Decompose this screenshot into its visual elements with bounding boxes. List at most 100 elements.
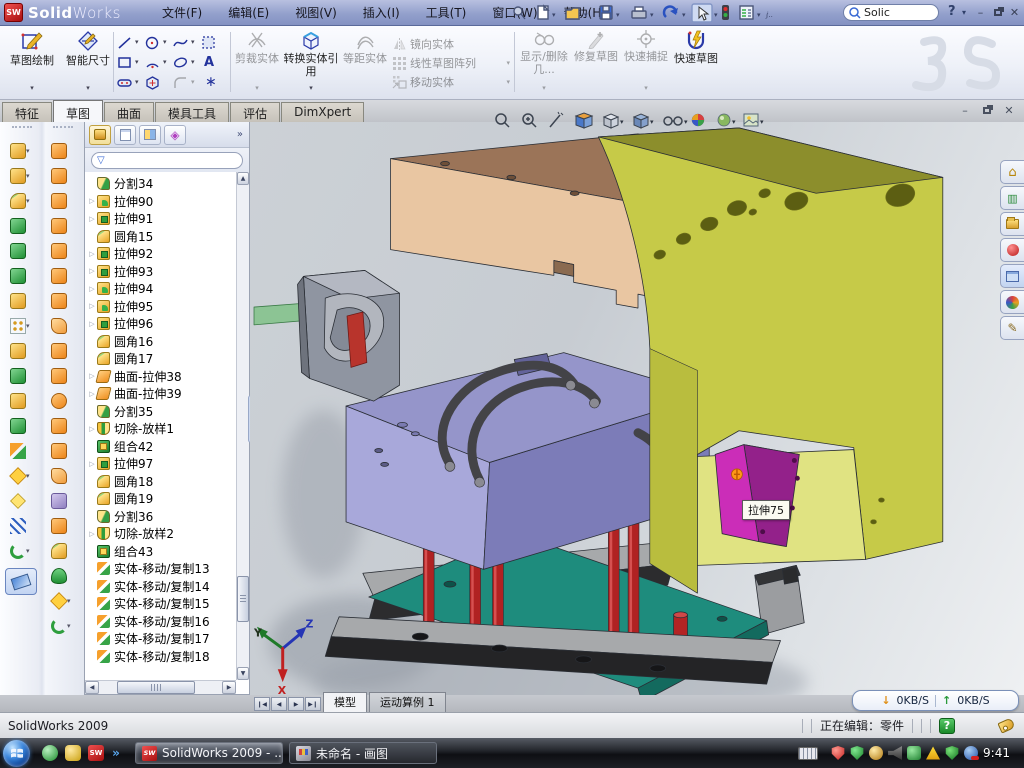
tree-horizontal-scrollbar[interactable]: ◀ ▶ [85, 680, 236, 694]
toolbar-icon[interactable] [43, 313, 83, 338]
text-tool[interactable]: A [200, 52, 228, 72]
repair-sketch-button[interactable]: 修复草图 [572, 29, 620, 95]
toolbar-icon[interactable] [2, 338, 42, 363]
taskbar-window-button[interactable]: SWSolidWorks 2009 - ... [135, 742, 283, 764]
toolbar-icon[interactable] [43, 513, 83, 538]
toolbar-icon[interactable] [43, 138, 83, 163]
toolbar-icon[interactable] [43, 538, 83, 563]
menu-item[interactable]: 工具(T) [413, 0, 480, 25]
tray-icon[interactable] [831, 746, 845, 760]
convert-entities-button[interactable]: 转换实体引用▾ [283, 29, 339, 95]
tree-item[interactable]: ▷拉伸91 [87, 210, 235, 228]
sketch-fillet-tool[interactable]: ▾ [172, 72, 200, 92]
circle-tool[interactable]: ▾ [144, 32, 172, 52]
toolbar-icon[interactable]: ▾ [2, 463, 42, 488]
expand-arrow-icon[interactable]: ▷ [87, 197, 97, 205]
toolbar-icon[interactable] [43, 288, 83, 313]
point-tool[interactable]: ∗ [200, 72, 228, 92]
toolbar-icon[interactable] [43, 388, 83, 413]
expand-arrow-icon[interactable]: ▷ [87, 302, 97, 310]
minimize-button[interactable]: – [972, 5, 989, 20]
tray-icon[interactable] [888, 746, 902, 760]
ribbon-tab[interactable]: 模具工具 [155, 102, 229, 122]
property-manager-tab[interactable] [114, 125, 136, 145]
ribbon-tab[interactable]: 草图 [53, 100, 103, 122]
move-entities-button[interactable]: 移动实体▾ [392, 72, 510, 91]
scroll-left-button[interactable]: ◀ [85, 681, 99, 694]
rectangle-tool[interactable]: ▾ [116, 52, 144, 72]
doc-close-button[interactable]: ✕ [1000, 103, 1018, 118]
search-box[interactable]: Solic [843, 4, 939, 21]
heads-up-view-toolbar[interactable]: ▾▾▾▾▾ [492, 110, 792, 132]
tray-icon[interactable] [869, 746, 883, 760]
tree-item[interactable]: 实体-移动/复制13 [87, 560, 235, 578]
tree-item[interactable]: 圆角15 [87, 228, 235, 246]
quick-launch-icon[interactable]: » [111, 745, 121, 761]
search-value[interactable]: Solic [864, 6, 890, 19]
ellipse-tool[interactable]: ▾ [172, 52, 200, 72]
mirror-entities-button[interactable]: 镜向实体 [392, 34, 510, 53]
quick-access-toolbar[interactable]: ▾▾▾▾▾▾▾ⅉ.. [508, 2, 838, 28]
tree-item[interactable]: 组合42 [87, 438, 235, 456]
toolbar-icon[interactable] [2, 388, 42, 413]
tree-item[interactable]: 实体-移动/复制17 [87, 630, 235, 648]
tree-item[interactable]: ▷拉伸90 [87, 193, 235, 211]
tree-item[interactable]: 组合43 [87, 543, 235, 561]
dimxpert-manager-tab[interactable]: ◈ [164, 125, 186, 145]
last-tab-button[interactable]: ▶❙ [305, 697, 321, 711]
help-caret[interactable]: ▾ [962, 8, 966, 17]
toolbar-icon[interactable] [43, 338, 83, 363]
arc-tool[interactable]: ▾ [144, 52, 172, 72]
display-delete-relations-button[interactable]: 显示/删除几...▾ [518, 29, 570, 95]
menu-item[interactable]: 文件(F) [149, 0, 215, 25]
keyboard-layout-icon[interactable] [798, 747, 818, 760]
tree-item[interactable]: ▷拉伸95 [87, 298, 235, 316]
sketch-button[interactable]: 草图绘制▾ [6, 29, 58, 95]
tray-icon[interactable] [850, 746, 864, 760]
scroll-up-button[interactable]: ▲ [237, 172, 249, 185]
feature-manager-tab[interactable] [89, 125, 111, 145]
toolbar-icon[interactable] [43, 438, 83, 463]
toolbar-icon[interactable] [43, 488, 83, 513]
expand-arrow-icon[interactable]: ▷ [87, 267, 97, 275]
tree-item[interactable]: 分割36 [87, 508, 235, 526]
tree-item[interactable]: 圆角18 [87, 473, 235, 491]
view-palette-tab[interactable] [1000, 264, 1024, 288]
design-library-tab[interactable]: ▥ [1000, 186, 1024, 210]
restore-button[interactable] [989, 5, 1006, 20]
toolbar-icon[interactable]: ▾ [2, 138, 42, 163]
tree-item[interactable]: 圆角17 [87, 350, 235, 368]
measure-button[interactable] [5, 568, 37, 595]
tree-item[interactable]: ▷切除-放样1 [87, 420, 235, 438]
quick-snaps-button[interactable]: 快速捕捉▾ [622, 29, 670, 95]
ribbon-tab[interactable]: 曲面 [104, 102, 154, 122]
tree-item[interactable]: 圆角16 [87, 333, 235, 351]
menu-item[interactable]: 编辑(E) [215, 0, 282, 25]
tree-item[interactable]: ▷切除-放样2 [87, 525, 235, 543]
toolbar-icon[interactable] [43, 563, 83, 588]
toolbar-icon[interactable] [43, 263, 83, 288]
close-button[interactable]: ✕ [1006, 5, 1023, 20]
toolbar-icon[interactable] [2, 363, 42, 388]
offset-entities-button[interactable]: 等距实体 [341, 29, 389, 95]
expand-arrow-icon[interactable]: ▷ [87, 215, 97, 223]
doc-tab[interactable]: 运动算例 1 [369, 692, 446, 712]
line-tool[interactable]: ▾ [116, 32, 144, 52]
next-tab-button[interactable]: ▶ [288, 697, 304, 711]
spline-tool[interactable]: ▾ [172, 32, 200, 52]
quick-launch-icon[interactable] [65, 745, 81, 761]
quick-tips-button[interactable]: ? [939, 718, 955, 734]
scroll-right-button[interactable]: ▶ [222, 681, 236, 694]
expand-arrow-icon[interactable]: ▷ [87, 320, 97, 328]
search-results-tab[interactable] [1000, 238, 1024, 262]
toolbar-icon[interactable] [2, 263, 42, 288]
tree-item[interactable]: 实体-移动/复制15 [87, 595, 235, 613]
ribbon-tab[interactable]: 特征 [2, 102, 52, 122]
tray-icon[interactable] [907, 746, 921, 760]
first-tab-button[interactable]: ❙◀ [254, 697, 270, 711]
tag-icon[interactable] [997, 717, 1015, 733]
toolbar-icon[interactable] [43, 363, 83, 388]
toolbar-icon[interactable] [43, 163, 83, 188]
ribbon-tab[interactable]: DimXpert [281, 102, 364, 122]
vertical-scroll-thumb[interactable] [237, 576, 249, 622]
